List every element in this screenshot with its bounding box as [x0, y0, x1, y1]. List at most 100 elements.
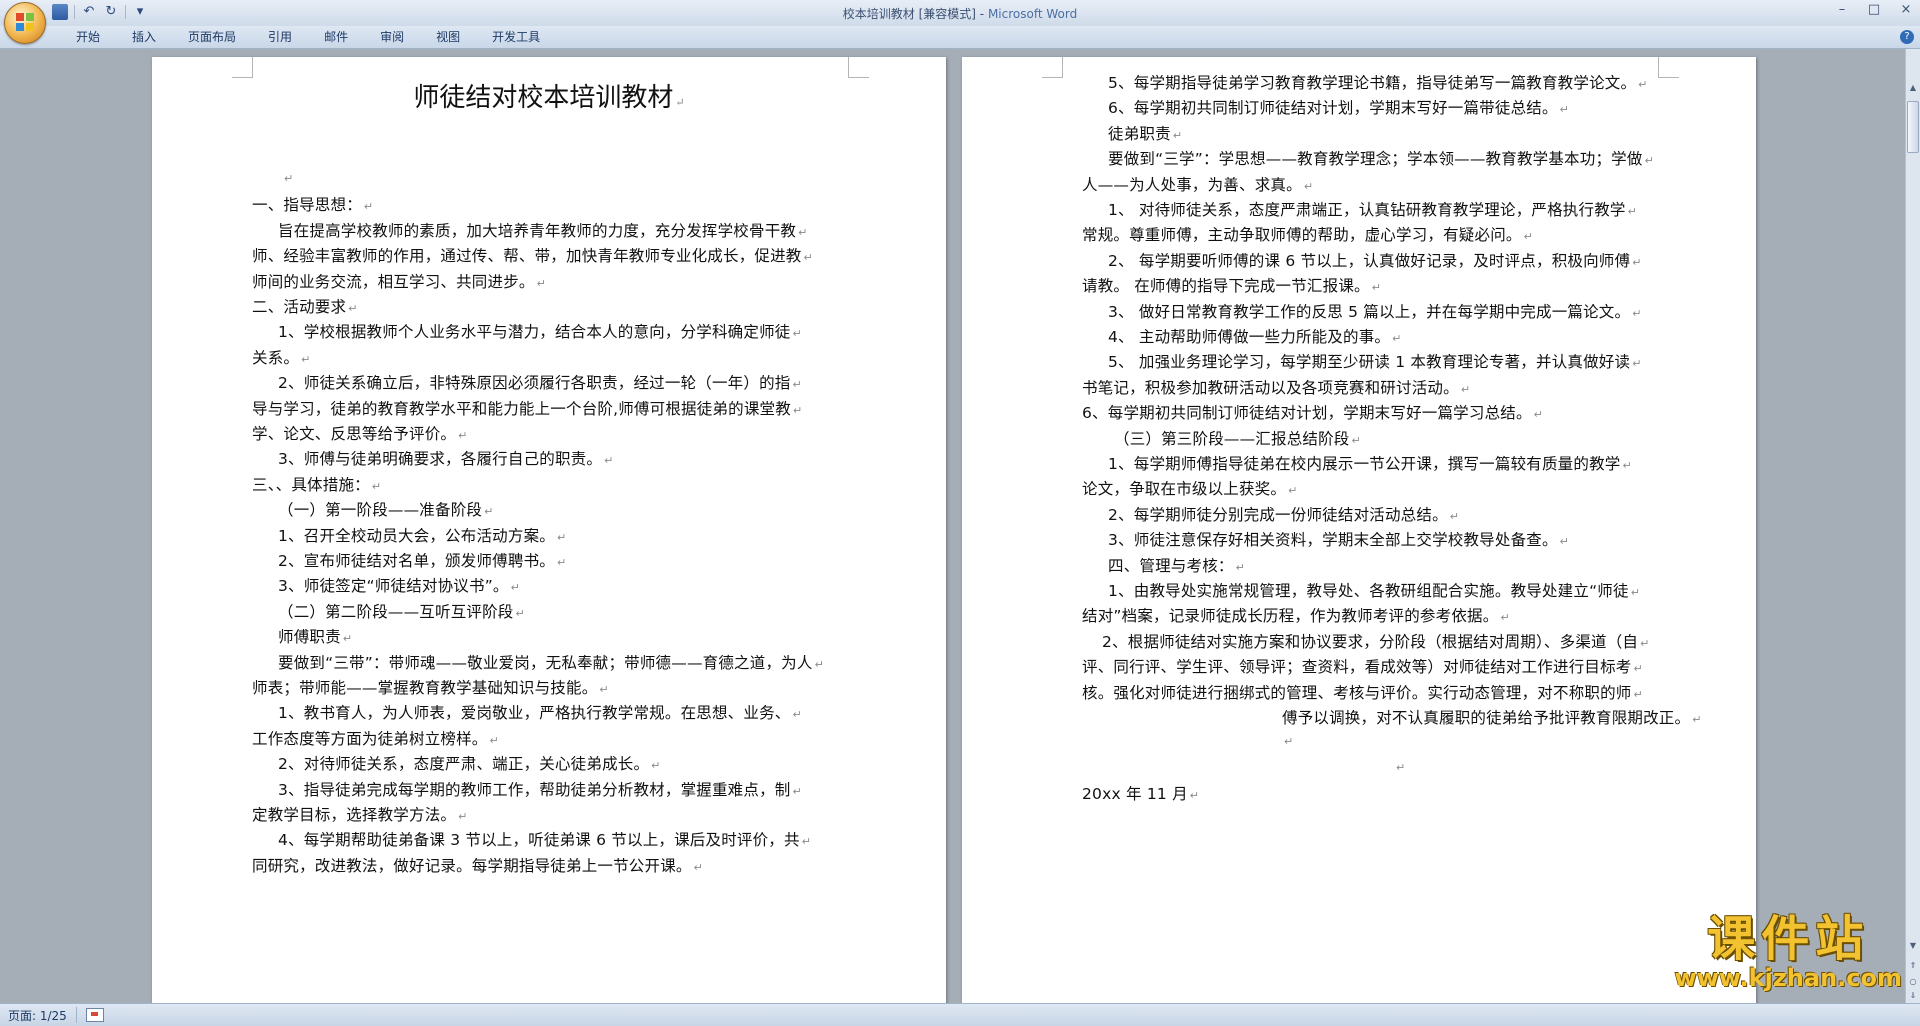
paragraph-mark: ↵: [458, 810, 468, 823]
office-button[interactable]: [4, 2, 46, 44]
browse-object-icon[interactable]: ○: [1907, 975, 1919, 989]
document-line: 1、召开全校动员大会，公布活动方案。 ↵: [278, 524, 566, 546]
paragraph-mark: ↵: [792, 378, 802, 392]
paragraph-mark: ↵: [342, 632, 353, 646]
line-text: 4、每学期帮助徒弟备课 3 节以上，听徒弟课 6 节以上，课后及时评价，共: [278, 831, 800, 850]
ribbon-tabs: 开始 插入 页面布局 引用 邮件 审阅 视图 开发工具: [60, 29, 556, 45]
document-line: 三、、具体措施： ↵: [252, 473, 381, 495]
vertical-scrollbar[interactable]: ▲ ▼ ⇑ ○ ⇓: [1905, 49, 1920, 1003]
document-line: 师、经验丰富教师的作用，通过传、帮、带，加快青年教师专业化成长，促进教 ↵: [252, 244, 813, 266]
paragraph-mark: ↵: [1172, 128, 1183, 142]
crop-mark: [848, 57, 869, 78]
scrollbar-thumb[interactable]: [1907, 101, 1919, 153]
watermark: 课件站 www.kjzhan.com: [1675, 913, 1902, 991]
paragraph-mark: ↵: [1630, 586, 1641, 599]
title-bar: ↶ ↻ ▾ 校本培训教材 [兼容模式] - Microsoft Word – □…: [0, 0, 1920, 44]
paragraph-mark: ↵: [484, 505, 494, 519]
paragraph-mark: ↵: [814, 657, 824, 671]
tab-home[interactable]: 开始: [60, 29, 116, 45]
line-text: 2、宣布师徒结对名单，颁发师傅聘书。: [278, 552, 555, 570]
tab-mailings[interactable]: 邮件: [308, 29, 364, 45]
line-text: 师、经验丰富教师的作用，通过传、帮、带，加快青年教师专业化成长，促进教: [252, 247, 802, 266]
document-line: 书笔记，积极参加教研活动以及各项竞赛和研讨活动。 ↵: [1082, 376, 1470, 398]
paragraph-mark: ↵: [803, 251, 813, 265]
line-text: （二）第二阶段——互听互评阶段: [278, 602, 514, 621]
line-text: 师间的业务交流，相互学习、共同进步。: [252, 272, 535, 291]
line-text: 3、 做好日常教育教学工作的反思 5 篇以上，并在每学期中完成一篇论文。: [1108, 302, 1631, 321]
ribbon: 开始 插入 页面布局 引用 邮件 审阅 视图 开发工具 ?: [0, 26, 1920, 49]
document-line: 1、每学期师傅指导徒弟在校内展示一节公开课，撰写一篇较有质量的教学 ↵: [1108, 452, 1632, 474]
close-button[interactable]: ×: [1898, 2, 1914, 17]
status-bar: 页面: 1/25: [0, 1003, 1920, 1026]
document-line: 1、学校根据教师个人业务水平与潜力，结合本人的意向，分学科确定师徒 ↵: [278, 320, 802, 342]
app-name: Microsoft Word: [987, 7, 1078, 21]
line-text: 2、对待师徒关系，态度严肃、端正，关心徒弟成长。: [278, 755, 650, 774]
line-text: 傅予以调换，对不认真履职的徒弟给予批评教育限期改正。: [1282, 709, 1691, 727]
document-line: 结对”档案，记录师徒成长历程，作为教师考评的参考依据。 ↵: [1082, 604, 1510, 626]
paragraph-mark: ↵: [801, 835, 812, 849]
crop-mark: [1042, 57, 1063, 78]
tab-view[interactable]: 视图: [420, 29, 476, 45]
line-text: 20xx 年 11 月: [1082, 785, 1188, 804]
paragraph-mark: ↵: [693, 860, 704, 874]
scroll-down-icon[interactable]: ▼: [1907, 939, 1919, 953]
watermark-url: www.kjzhan.com: [1674, 964, 1902, 992]
line-text: 1、召开全校动员大会，公布活动方案。: [278, 526, 555, 545]
line-text: 2、师徒关系确立后，非特殊原因必须履行各职责，经过一轮（一年）的指: [278, 374, 791, 393]
document-line: 学、论文、反思等给予评价。 ↵: [252, 422, 468, 444]
paragraph-mark: ↵: [371, 479, 382, 493]
document-line: （二）第二阶段——互听互评阶段 ↵: [278, 600, 525, 622]
document-line: 师傅职责 ↵: [278, 625, 352, 647]
previous-page-icon[interactable]: ⇑: [1907, 959, 1919, 973]
line-text: 2、每学期师徒分别完成一份师徒结对活动总结。: [1108, 505, 1448, 524]
document-line: 旨在提高学校教师的素质，加大培养青年教师的力度，充分发挥学校骨干教 ↵: [278, 219, 808, 241]
document-line: 二、活动要求 ↵: [252, 295, 358, 317]
document-line: 工作态度等方面为徒弟树立榜样。 ↵: [252, 727, 499, 749]
scroll-up-icon[interactable]: ▲: [1907, 81, 1919, 95]
document-line: 2、根据师徒结对实施方案和协议要求，分阶段（根据结对周期）、多渠道（自 ↵: [1102, 630, 1650, 652]
paragraph-mark: ↵: [1460, 382, 1471, 396]
tab-review[interactable]: 审阅: [364, 29, 420, 45]
paragraph-mark: ↵: [458, 429, 468, 442]
help-icon[interactable]: ?: [1900, 30, 1914, 44]
paragraph-mark: ↵: [1523, 230, 1534, 244]
minimize-button[interactable]: –: [1834, 2, 1850, 17]
line-text: 1、教书育人，为人师表，爱岗敬业，严格执行教学常规。在思想、业务、: [278, 704, 791, 723]
line-text: 1、由教导处实施常规管理，教导处、各教研组配合实施。教导处建立“师徒: [1108, 582, 1629, 600]
line-text: （三）第三阶段——汇报总结阶段: [1114, 429, 1350, 448]
paragraph-mark: ↵: [1633, 662, 1643, 676]
document-line: 5、 加强业务理论学习，每学期至少研读 1 本教育理论专著，并认真做好读 ↵: [1108, 350, 1642, 372]
paragraph-mark: ↵: [556, 556, 567, 569]
next-page-icon[interactable]: ⇓: [1907, 989, 1919, 1003]
line-text: 常规。尊重师傅，主动争取师傅的帮助，虚心学习，有疑必问。: [1082, 226, 1522, 245]
document-line: 评、同行评、学生评、领导评；查资料，看成效等）对师徒结对工作进行目标考 ↵: [1082, 655, 1643, 677]
page-indicator[interactable]: 页面: 1/25: [8, 1007, 67, 1024]
proofing-icon[interactable]: [86, 1008, 104, 1022]
tab-insert[interactable]: 插入: [116, 29, 172, 45]
document-line: （三）第三阶段——汇报总结阶段 ↵: [1114, 427, 1361, 449]
line-text: 3、师徒注意保存好相关资料，学期末全部上交学校教导处备查。: [1108, 531, 1558, 550]
document-title: 师徒结对校本培训教材 ↵: [152, 77, 946, 114]
document-line: 4、 主动帮助师傅做一些力所能及的事。 ↵: [1108, 325, 1402, 347]
tab-references[interactable]: 引用: [252, 29, 308, 45]
page-1[interactable]: 师徒结对校本培训教材 ↵ ↵ 一、指导思想： ↵ 旨在提高学校教师的素质，加大培养青年教…: [152, 57, 946, 1003]
page-2[interactable]: 5、每学期指导徒弟学习教育教学理论书籍，指导徒弟写一篇教育教学论文。 ↵ 6、每学期…: [962, 57, 1756, 1003]
office-logo-icon: [16, 13, 34, 31]
paragraph-mark: ↵: [510, 581, 521, 595]
paragraph-mark: ↵: [792, 403, 803, 417]
document-title-text: 师徒结对校本培训教材: [413, 83, 674, 113]
document-workspace[interactable]: 师徒结对校本培训教材 ↵ ↵ 一、指导思想： ↵ 旨在提高学校教师的素质，加大培养青年教…: [0, 49, 1906, 1003]
document-line: 要做到“三带”：带师魂——敬业爱岗，无私奉献；带师德——育德之道，为人 ↵: [278, 651, 824, 673]
window-controls: – □ ×: [1834, 2, 1914, 17]
maximize-button[interactable]: □: [1866, 2, 1882, 17]
paragraph-mark: ↵: [348, 302, 358, 315]
document-line: 四、管理与考核： ↵: [1108, 554, 1245, 576]
tab-page-layout[interactable]: 页面布局: [172, 29, 252, 45]
document-line: 同研究，改进教法，做好记录。每学期指导徒弟上一节公开课。 ↵: [252, 854, 703, 876]
document-line: 6、每学期初共同制订师徒结对计划，学期末写好一篇带徒总结。 ↵: [1108, 96, 1569, 118]
line-text: 师傅职责: [278, 628, 341, 647]
watermark-logo: 课件站: [1707, 911, 1870, 967]
line-text: 核。强化对师徒进行捆绑式的管理、考核与评价。实行动态管理，对不称职的师: [1082, 683, 1632, 702]
line-text: （一）第一阶段——准备阶段: [278, 501, 483, 520]
tab-developer[interactable]: 开发工具: [476, 29, 556, 45]
